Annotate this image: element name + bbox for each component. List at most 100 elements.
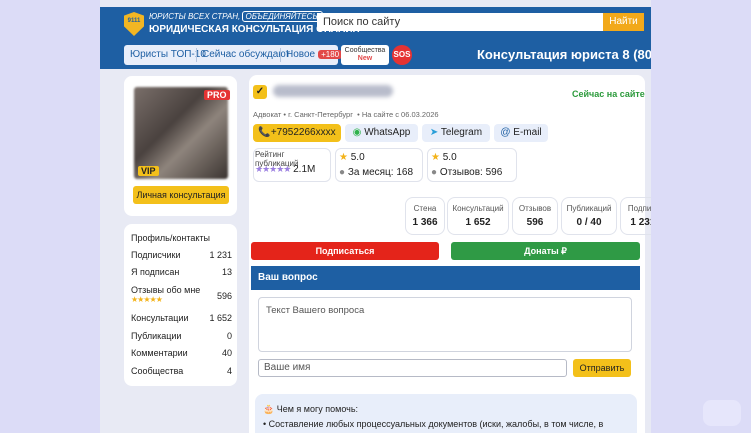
stat-row-consultations[interactable]: Консультации 1 652 bbox=[131, 313, 232, 323]
reviews-count-row: ● Отзывов: 596 bbox=[431, 167, 502, 178]
pro-badge: PRO bbox=[204, 90, 230, 100]
whatsapp-label: WhatsApp bbox=[364, 127, 411, 138]
counter-label: Отзывов bbox=[518, 204, 552, 213]
send-button[interactable]: Отправить bbox=[573, 359, 631, 377]
counter-wall[interactable]: Стена 1 366 bbox=[405, 197, 445, 235]
stat-value: 13 bbox=[221, 267, 232, 277]
stat-label: Подписчики bbox=[131, 250, 181, 260]
logo-slogan-left: ЮРИСТЫ ВСЕХ СТРАН, bbox=[149, 12, 241, 21]
email-icon: @ bbox=[500, 127, 511, 138]
stat-value: 1 231 bbox=[209, 250, 232, 260]
cake-icon: 🎂 bbox=[263, 404, 275, 414]
vip-badge: VIP bbox=[138, 166, 159, 176]
reviews-score-row: ★ 5.0 bbox=[431, 152, 457, 163]
reviews-rating-box: ★ 5.0 ● Отзывов: 596 bbox=[427, 148, 517, 182]
comment-icon: ● bbox=[339, 167, 346, 178]
nav-communities-label: Сообщества bbox=[344, 47, 386, 54]
phone-button[interactable]: 📞+7952266xxxx bbox=[253, 124, 341, 142]
profile-subline: Адвокат • г. Санкт-Петербург • На сайте … bbox=[253, 110, 439, 119]
stat-value: 596 bbox=[216, 291, 232, 301]
help-line: • Составление любых процессуальных докум… bbox=[263, 419, 604, 429]
logo-badge-text: 9111 bbox=[127, 18, 141, 24]
sos-button[interactable]: SOS bbox=[392, 45, 412, 65]
question-header: Ваш вопрос bbox=[251, 266, 640, 290]
nav-communities[interactable]: Сообщества New bbox=[341, 45, 389, 65]
floating-widget[interactable] bbox=[703, 400, 741, 426]
counter-value: 1 652 bbox=[465, 217, 491, 228]
online-status: Сейчас на сайте bbox=[572, 89, 645, 99]
nav-group: Юристы ТОП-10 Сейчас обсуждают Новое +180 bbox=[124, 45, 343, 65]
nav-new[interactable]: Новое +180 bbox=[280, 45, 348, 65]
subscribe-button[interactable]: Подписаться bbox=[251, 242, 439, 260]
nav-new-label: Новое bbox=[286, 49, 316, 60]
phone-number: +7952266xxxx bbox=[270, 127, 336, 138]
telegram-label: Telegram bbox=[440, 127, 483, 138]
stat-value: 1 652 bbox=[209, 313, 232, 323]
counter-label: Публикаций bbox=[566, 204, 612, 213]
month-score-row: ★ 5.0 bbox=[339, 152, 365, 163]
help-title-text: Чем я могу помочь: bbox=[276, 404, 359, 414]
rating-stars-icon: ★★★★★ bbox=[255, 164, 291, 174]
help-title: 🎂 Чем я могу помочь: bbox=[263, 404, 629, 415]
whatsapp-button[interactable]: ◉ WhatsApp bbox=[345, 124, 418, 142]
month-count: За месяц: 168 bbox=[347, 167, 414, 178]
top-nav: Юристы ТОП-10 Сейчас обсуждают Новое +180… bbox=[100, 45, 651, 69]
email-label: E-mail bbox=[513, 127, 542, 138]
counter-label: Стена bbox=[413, 204, 437, 213]
stat-label: Публикации bbox=[131, 331, 182, 341]
star-icon: ★ bbox=[339, 152, 348, 163]
question-textarea[interactable]: Текст Вашего вопроса bbox=[258, 297, 632, 352]
stat-value: 4 bbox=[226, 366, 232, 376]
phone-icon: 📞 bbox=[258, 127, 271, 138]
stat-value: 40 bbox=[221, 348, 232, 358]
counter-value: 0 / 40 bbox=[576, 217, 602, 228]
pub-rating-row: ★★★★★ 2.1M bbox=[255, 164, 315, 175]
stat-row-following[interactable]: Я подписан 13 bbox=[131, 267, 232, 277]
logo-shield-icon[interactable]: 9111 bbox=[124, 12, 144, 36]
logo-slogan-box: ОБЪЕДИНЯЙТЕСЬ! bbox=[242, 11, 323, 22]
counter-value: 1 231 ▖▗ bbox=[630, 217, 651, 228]
verified-check-icon: ✓ bbox=[253, 85, 267, 99]
month-rating-box: ★ 5.0 ● За месяц: 168 bbox=[335, 148, 423, 182]
stat-label: Сообщества bbox=[131, 366, 184, 376]
name-input[interactable]: Ваше имя bbox=[258, 359, 567, 377]
stat-row-subscribers[interactable]: Подписчики 1 231 bbox=[131, 250, 232, 260]
counter-label: Консультаций bbox=[452, 204, 504, 213]
counter-consultations[interactable]: Консультаций 1 652 bbox=[447, 197, 509, 235]
counter-subscribers[interactable]: Подписчиков 1 231 ▖▗ bbox=[620, 197, 651, 235]
reviews-score: 5.0 bbox=[442, 152, 457, 163]
pub-rating-value: 2.1M bbox=[293, 164, 316, 175]
donate-button[interactable]: Донаты ₽ bbox=[451, 242, 640, 260]
help-section: 🎂 Чем я могу помочь: • Составление любых… bbox=[255, 394, 637, 433]
telegram-icon: ➤ bbox=[429, 127, 439, 138]
whatsapp-icon: ◉ bbox=[352, 127, 362, 138]
stat-row-communities[interactable]: Сообщества 4 bbox=[131, 366, 232, 376]
telegram-button[interactable]: ➤ Telegram bbox=[422, 124, 490, 142]
lawyer-name-blurred bbox=[273, 85, 393, 97]
last-seen: • На сайте с 06.03.2026 bbox=[357, 110, 439, 119]
counter-publications[interactable]: Публикаций 0 / 40 bbox=[561, 197, 617, 235]
stat-label: Комментарии bbox=[131, 348, 188, 358]
pub-rating-box: Рейтинг публикаций ★★★★★ 2.1M bbox=[253, 148, 331, 182]
site-header: 9111 ЮРИСТЫ ВСЕХ СТРАН, ОБЪЕДИНЯЙТЕСЬ! Ю… bbox=[100, 7, 651, 45]
consult-phone[interactable]: Консультация юриста 8 (800) 3 bbox=[477, 47, 651, 62]
logo-slogan: ЮРИСТЫ ВСЕХ СТРАН, ОБЪЕДИНЯЙТЕСЬ! bbox=[149, 11, 323, 22]
page: 9111 ЮРИСТЫ ВСЕХ СТРАН, ОБЪЕДИНЯЙТЕСЬ! Ю… bbox=[100, 0, 651, 433]
personal-consult-button[interactable]: Личная консультация bbox=[133, 186, 229, 204]
counter-reviews[interactable]: Отзывов 596 bbox=[512, 197, 558, 235]
search-button[interactable]: Найти bbox=[603, 13, 644, 31]
stat-row-reviews[interactable]: Отзывы обо мне 596 ★★★★★ bbox=[131, 285, 232, 304]
stat-label: Консультации bbox=[131, 313, 189, 323]
stats-title: Профиль/контакты bbox=[131, 233, 211, 243]
reviews-count: Отзывов: 596 bbox=[439, 167, 503, 178]
stat-row-publications[interactable]: Публикации 0 bbox=[131, 331, 232, 341]
star-icon: ★ bbox=[431, 152, 440, 163]
role-city: Адвокат • г. Санкт-Петербург bbox=[253, 110, 353, 119]
stat-label: Отзывы обо мне bbox=[131, 285, 201, 295]
comment-icon: ● bbox=[431, 167, 438, 178]
stat-row-comments[interactable]: Комментарии 40 bbox=[131, 348, 232, 358]
email-button[interactable]: @ E-mail bbox=[494, 124, 548, 142]
search-input[interactable]: Поиск по сайту bbox=[317, 13, 603, 31]
counter-label: Подписчиков bbox=[627, 204, 651, 213]
nav-communities-badge: New bbox=[357, 55, 373, 62]
